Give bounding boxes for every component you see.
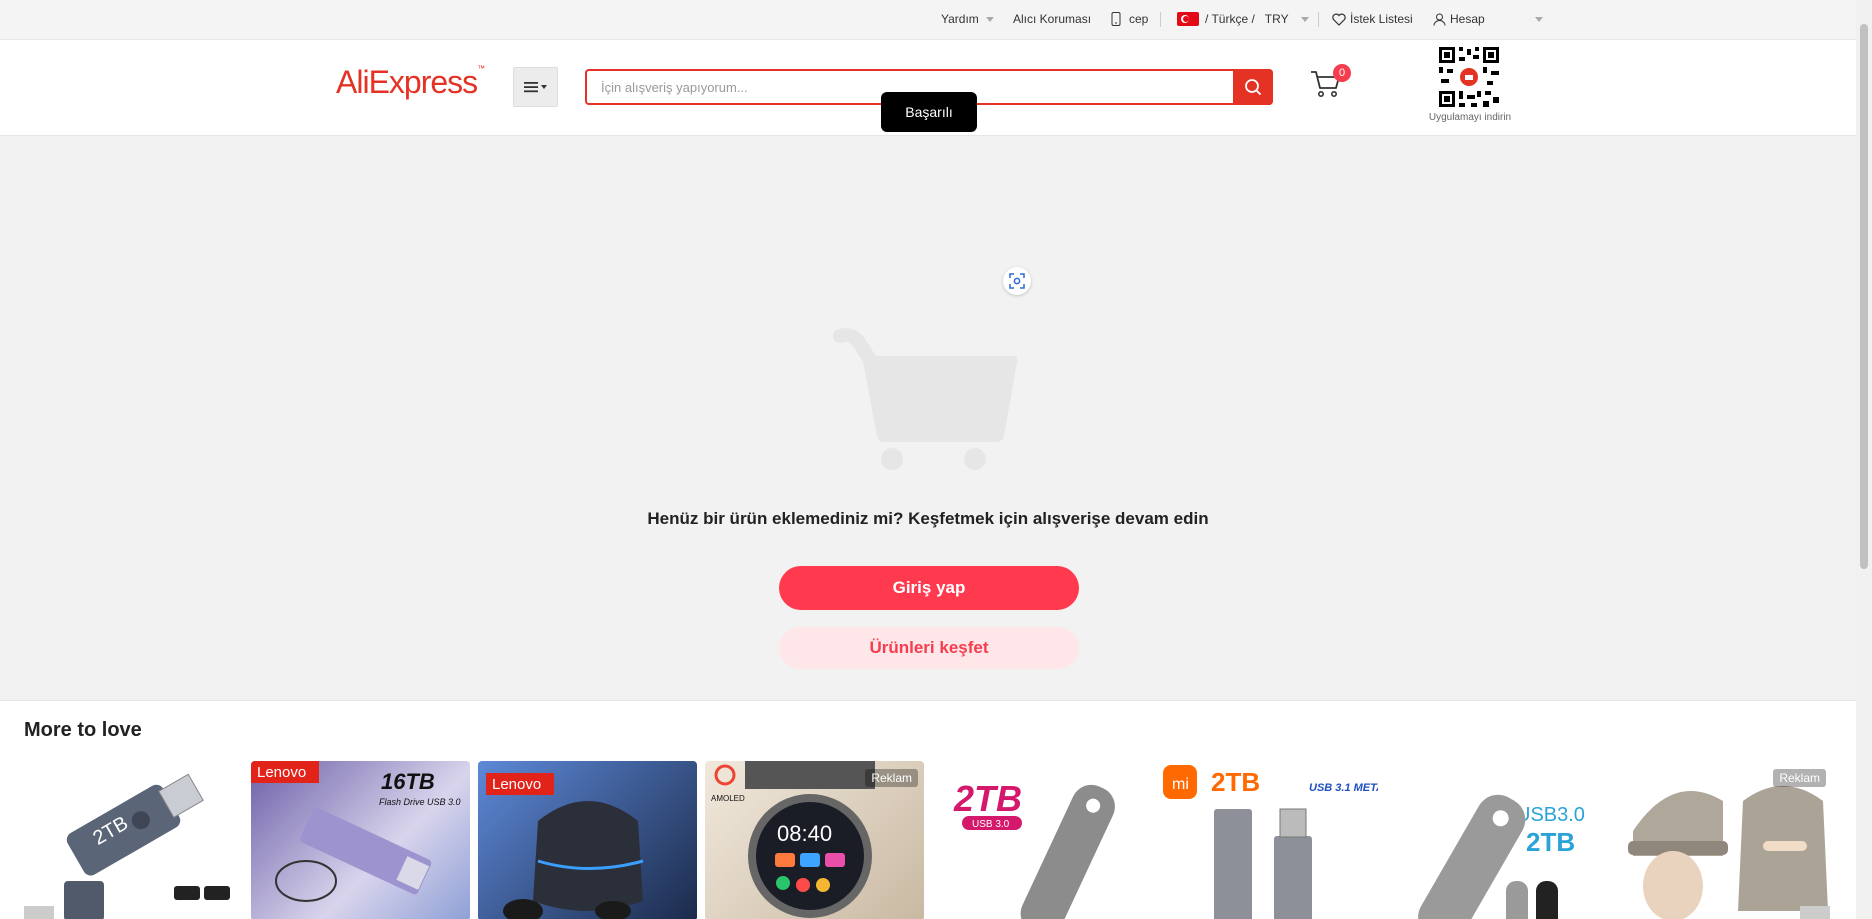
watch-time: 08:40 <box>777 821 832 846</box>
product-subtitle: Flash Drive USB 3.0 <box>379 797 461 807</box>
product-subtitle: USB3.0 <box>1516 804 1585 826</box>
product-card[interactable]: 2TB USB 3.0 <box>932 761 1151 919</box>
wishlist-link[interactable]: İstek Listesi <box>1332 12 1413 26</box>
empty-cart-illustration <box>833 328 1018 470</box>
qr-code-image[interactable] <box>1437 45 1501 109</box>
product-image: USB3.0 2TB <box>1418 794 1585 919</box>
user-icon <box>1433 13 1446 26</box>
product-label: 2TB <box>1211 767 1260 797</box>
section-title: More to love <box>24 719 142 741</box>
image-search-icon[interactable] <box>1003 267 1031 295</box>
chevron-down-icon <box>1300 16 1309 22</box>
buyer-protection-link[interactable]: Alıcı Koruması <box>1013 12 1091 26</box>
login-button[interactable]: Giriş yap <box>779 566 1079 610</box>
account-menu[interactable]: Hesap <box>1433 12 1543 26</box>
product-card[interactable]: Reklam <box>1613 761 1832 919</box>
product-card[interactable]: Lenovo <box>478 761 697 919</box>
help-label: Yardım <box>941 12 979 26</box>
success-toast: Başarılı <box>881 92 977 132</box>
product-card[interactable]: mi 2TB USB 3.1 METAL U-DISK <box>1159 761 1378 919</box>
heart-icon <box>1332 13 1346 26</box>
brand-logo: Lenovo <box>492 776 541 793</box>
carousel-next-button[interactable] <box>1800 906 1830 919</box>
product-image: Lenovo <box>486 773 644 919</box>
explore-products-button[interactable]: Ürünleri keşfet <box>779 627 1079 669</box>
language-currency-selector[interactable]: / Türkçe / TRY <box>1177 12 1309 26</box>
product-image: Lenovo 16TB Flash Drive USB 3.0 <box>251 761 461 902</box>
product-image: 2TB <box>24 761 243 919</box>
wishlist-label: İstek Listesi <box>1350 12 1413 26</box>
chevron-down-icon <box>985 16 994 22</box>
product-card[interactable]: Lenovo 16TB Flash Drive USB 3.0 <box>251 761 470 919</box>
page-scrollbar[interactable] <box>1856 0 1872 919</box>
ad-badge: Reklam <box>865 769 918 787</box>
phone-icon <box>1111 12 1121 26</box>
product-subtitle: USB 3.1 METAL U-DISK <box>1309 782 1378 794</box>
cart-button[interactable]: 0 <box>1309 64 1351 106</box>
cart-count-badge: 0 <box>1333 64 1351 82</box>
hamburger-icon <box>523 82 547 93</box>
brand-logo: AMOLED <box>711 794 745 803</box>
product-image: mi 2TB USB 3.1 METAL U-DISK <box>1163 765 1378 919</box>
ad-badge: Reklam <box>1773 769 1826 787</box>
product-label: 2TB <box>1526 827 1575 857</box>
product-label: 2TB <box>953 778 1022 819</box>
more-to-love-section: More to love 2TB Lenovo 16TB Flash Drive… <box>0 701 1856 919</box>
buyer-protection-label: Alıcı Koruması <box>1013 12 1092 26</box>
empty-cart-section: Henüz bir ürün eklemediniz mi? Keşfetmek… <box>0 136 1856 701</box>
mobile-app-link[interactable]: cep <box>1111 12 1148 26</box>
turkey-flag-icon <box>1177 12 1199 26</box>
download-app-label: Uygulamayı indirin <box>1428 112 1512 123</box>
product-card[interactable]: AMOLED 08:40 Reklam <box>705 761 924 919</box>
mobile-label: cep <box>1129 12 1149 26</box>
currency-label: TRY <box>1264 12 1289 26</box>
chevron-down-icon <box>1534 16 1543 22</box>
logo-text: AliExpress <box>336 64 478 100</box>
product-image: 2TB USB 3.0 <box>953 778 1115 919</box>
divider <box>1318 12 1319 27</box>
product-card[interactable]: 2TB <box>24 761 243 919</box>
search-button[interactable] <box>1233 69 1273 105</box>
product-subtitle: USB 3.0 <box>972 819 1010 830</box>
brand-logo: mi <box>1172 776 1189 793</box>
brand-logo: Lenovo <box>257 764 306 781</box>
divider <box>1160 12 1161 27</box>
aliexpress-logo[interactable]: AliExpress™ <box>336 64 485 101</box>
top-bar: Yardım Alıcı Koruması cep / Türkçe / TRY… <box>0 0 1856 40</box>
product-card[interactable]: USB3.0 2TB <box>1386 761 1605 919</box>
category-menu-button[interactable] <box>513 67 558 107</box>
scrollbar-thumb[interactable] <box>1860 24 1868 569</box>
help-menu[interactable]: Yardım <box>941 12 994 26</box>
product-carousel: 2TB Lenovo 16TB Flash Drive USB 3.0 Leno… <box>24 761 1832 919</box>
search-icon <box>1245 79 1262 96</box>
account-label: Hesap <box>1450 12 1485 26</box>
empty-cart-message: Henüz bir ürün eklemediniz mi? Keşfetmek… <box>647 509 1209 528</box>
language-label: / Türkçe / <box>1205 12 1255 26</box>
carousel-prev-button[interactable] <box>24 906 54 919</box>
product-label: 16TB <box>381 769 435 794</box>
